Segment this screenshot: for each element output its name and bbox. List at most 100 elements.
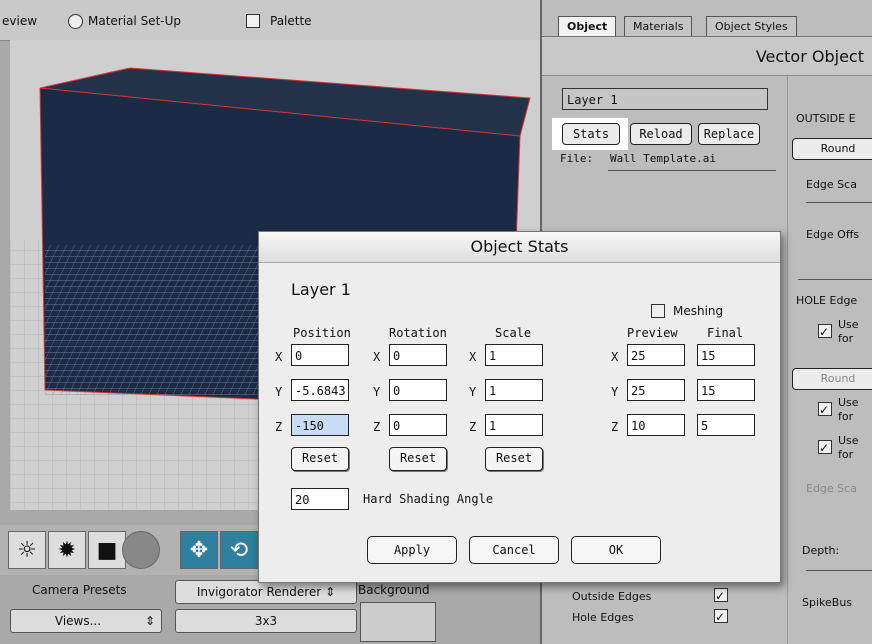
axis-x-label: X [611, 350, 619, 364]
axis-x-label: X [469, 350, 477, 364]
layer-name-field[interactable]: Layer 1 [562, 88, 768, 110]
panel-title: Vector Object [755, 47, 864, 66]
axis-z-label: Z [275, 420, 283, 434]
scale-x-field[interactable]: 1 [485, 344, 543, 366]
edge-scale-label-2: Edge Sca [806, 482, 857, 495]
reload-button[interactable]: Reload [630, 123, 692, 145]
scale-y-field[interactable]: 1 [485, 379, 543, 401]
for-label-3: for [838, 448, 854, 461]
panel-header: Vector Object [542, 36, 872, 76]
object-stats-dialog: Object Stats Layer 1 Meshing Position Ro… [258, 231, 781, 583]
scale-reset-button[interactable]: Reset [485, 447, 543, 471]
sun-icon[interactable]: ✹ [48, 531, 86, 569]
cube-icon[interactable]: ■ [88, 531, 126, 569]
stats-button[interactable]: Stats [562, 123, 620, 145]
replace-button[interactable]: Replace [698, 123, 760, 145]
position-header: Position [293, 326, 351, 340]
views-label: Views... [54, 614, 102, 628]
axis-z-label: Z [373, 420, 381, 434]
axis-y-label: Y [275, 385, 283, 399]
light-icon[interactable]: ☼ [8, 531, 46, 569]
cancel-button[interactable]: Cancel [469, 536, 559, 564]
popup-arrows-icon: ⇕ [144, 614, 155, 628]
final-header: Final [707, 326, 744, 340]
renderer-popup[interactable]: Invigorator Renderer ⇕ [175, 580, 357, 604]
axis-y-label: Y [469, 385, 477, 399]
scale-header: Scale [495, 326, 532, 340]
palette-checkbox[interactable] [246, 14, 260, 28]
tab-object-styles[interactable]: Object Styles [706, 16, 797, 37]
axis-y-label: Y [611, 385, 619, 399]
rotation-z-field[interactable]: 0 [389, 414, 447, 436]
views-popup[interactable]: Views... ⇕ [10, 609, 162, 633]
outside-edges-checkbox[interactable]: ✓ [714, 588, 728, 603]
material-setup-radio[interactable] [68, 14, 83, 29]
use-checkbox-3[interactable]: ✓ [818, 440, 832, 455]
position-x-field[interactable]: 0 [291, 344, 349, 366]
top-options-bar: eview Material Set-Up Palette [0, 0, 540, 41]
spikebus-label: SpikeBus [802, 596, 853, 609]
use-label-3: Use [838, 434, 859, 447]
axis-x-label: X [275, 350, 283, 364]
use-label-2: Use [838, 396, 859, 409]
grid-label: 3x3 [254, 614, 278, 628]
file-underline [608, 170, 776, 171]
outside-edges-row-label: Outside Edges [572, 590, 652, 603]
file-name: Wall Template.ai [610, 152, 716, 165]
rotate-icon[interactable]: ⟲ [220, 531, 258, 569]
position-y-field[interactable]: -5.6843 [291, 379, 349, 401]
position-z-field[interactable]: -150 [291, 414, 349, 436]
final-y-field[interactable]: 15 [697, 379, 755, 401]
edge-scale-slider[interactable] [806, 202, 872, 203]
rotation-reset-button[interactable]: Reset [389, 447, 447, 471]
preview-y-field[interactable]: 25 [627, 379, 685, 401]
depth-slider[interactable] [806, 570, 872, 571]
meshing-label: Meshing [673, 304, 724, 318]
round-popup[interactable]: Round [792, 138, 872, 160]
position-reset-button[interactable]: Reset [291, 447, 349, 471]
for-label-2: for [838, 410, 854, 423]
use-label-1: Use [838, 318, 859, 331]
move-icon[interactable]: ✥ [180, 531, 218, 569]
edge-options-column: OUTSIDE E Round Edge Sca Edge Offs HOLE … [787, 74, 872, 644]
preview-z-field[interactable]: 10 [627, 414, 685, 436]
palette-label: Palette [270, 14, 312, 28]
for-label-1: for [838, 332, 854, 345]
meshing-checkbox[interactable] [651, 304, 665, 318]
preview-header: Preview [627, 326, 678, 340]
background-label: Background [358, 583, 430, 597]
hard-shading-angle-field[interactable]: 20 [291, 488, 349, 510]
tab-object[interactable]: Object [558, 16, 617, 37]
rotation-x-field[interactable]: 0 [389, 344, 447, 366]
edge-offset-label: Edge Offs [806, 228, 860, 241]
camera-presets-label: Camera Presets [32, 583, 127, 597]
renderer-label: Invigorator Renderer [196, 585, 322, 599]
final-z-field[interactable]: 5 [697, 414, 755, 436]
material-setup-label: Material Set-Up [88, 14, 181, 28]
hole-edges-checkbox[interactable]: ✓ [714, 609, 728, 624]
use-checkbox-1[interactable]: ✓ [818, 324, 832, 339]
use-checkbox-2[interactable]: ✓ [818, 402, 832, 417]
grid-popup[interactable]: 3x3 [175, 609, 357, 633]
background-swatch[interactable] [360, 602, 436, 642]
rotation-y-field[interactable]: 0 [389, 379, 447, 401]
file-label: File: [560, 152, 594, 165]
axis-z-label: Z [469, 420, 477, 434]
dialog-title[interactable]: Object Stats [259, 232, 780, 263]
axis-y-label: Y [373, 385, 381, 399]
hard-shading-angle-label: Hard Shading Angle [363, 492, 494, 506]
round-popup-2[interactable]: Round [792, 368, 872, 390]
popup-arrows-icon: ⇕ [325, 585, 336, 599]
final-x-field[interactable]: 15 [697, 344, 755, 366]
preview-option-label[interactable]: eview [2, 14, 37, 28]
scale-z-field[interactable]: 1 [485, 414, 543, 436]
ok-button[interactable]: OK [571, 536, 661, 564]
tab-materials[interactable]: Materials [624, 16, 693, 37]
edge-scale-label: Edge Sca [806, 178, 857, 191]
rotation-header: Rotation [389, 326, 447, 340]
axis-x-label: X [373, 350, 381, 364]
apply-button[interactable]: Apply [367, 536, 457, 564]
preview-x-field[interactable]: 25 [627, 344, 685, 366]
layer-name: Layer 1 [291, 280, 351, 299]
sphere-icon[interactable] [122, 531, 160, 569]
